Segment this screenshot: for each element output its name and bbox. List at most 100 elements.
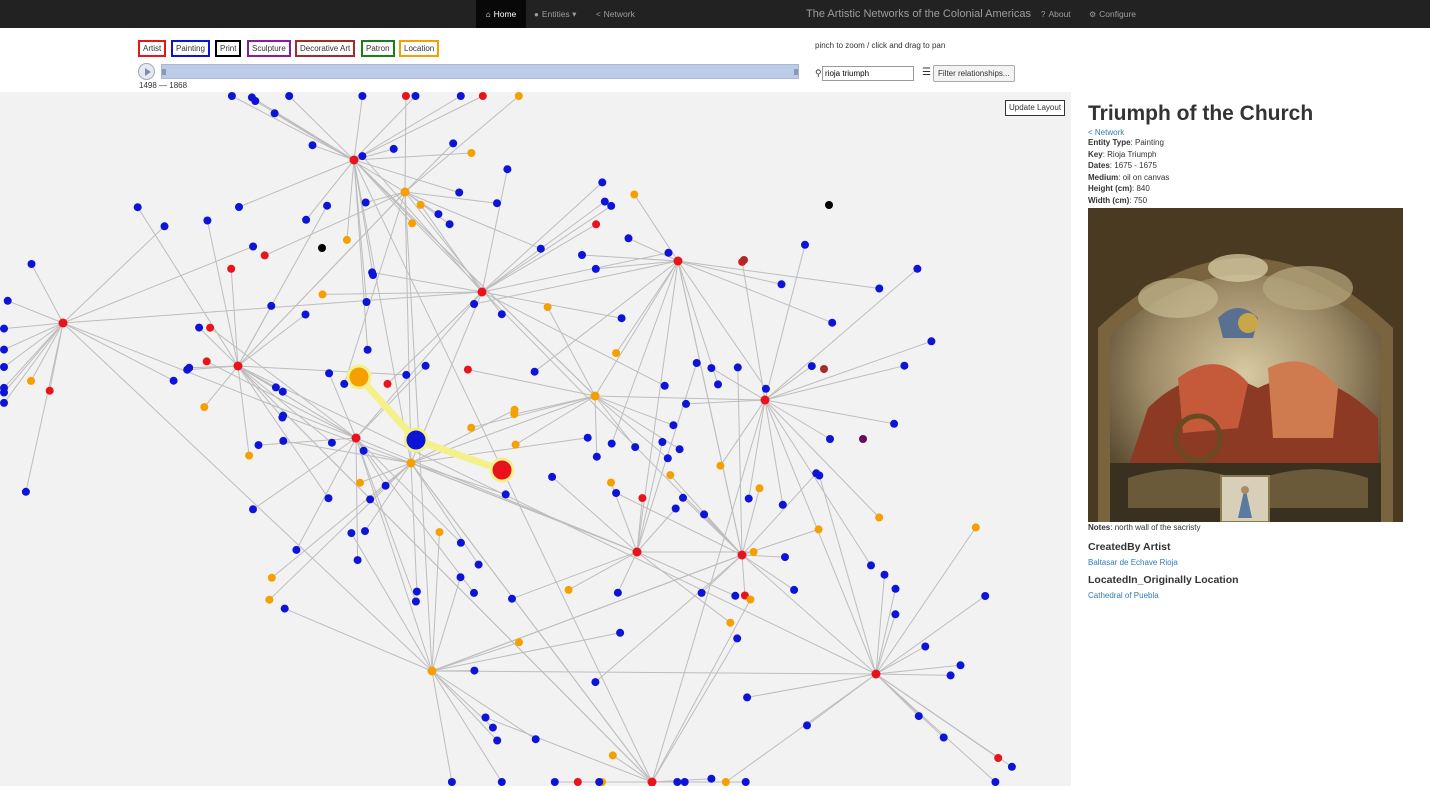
update-layout-button[interactable]: Update Layout bbox=[1005, 100, 1066, 116]
node-painting[interactable] bbox=[682, 399, 690, 408]
node-painting[interactable] bbox=[660, 381, 669, 390]
node-painting[interactable] bbox=[203, 216, 212, 225]
node-location[interactable] bbox=[608, 751, 617, 760]
node-painting[interactable] bbox=[445, 220, 454, 229]
node-painting[interactable] bbox=[449, 139, 458, 148]
node-painting[interactable] bbox=[488, 723, 497, 732]
node-painting[interactable] bbox=[0, 363, 8, 371]
node-painting[interactable] bbox=[875, 284, 884, 293]
node-location[interactable] bbox=[666, 471, 675, 480]
node-painting[interactable] bbox=[455, 188, 464, 197]
slider-handle-start[interactable] bbox=[162, 69, 166, 75]
node-painting[interactable] bbox=[366, 495, 375, 504]
date-range-slider[interactable] bbox=[161, 64, 799, 79]
node-location[interactable] bbox=[511, 440, 520, 449]
nodes[interactable] bbox=[0, 92, 1016, 786]
node-painting[interactable] bbox=[285, 92, 294, 100]
node-location[interactable] bbox=[318, 290, 327, 299]
node-painting[interactable] bbox=[470, 300, 479, 308]
node-painting[interactable] bbox=[790, 585, 799, 594]
node-location[interactable] bbox=[564, 585, 573, 594]
node-location[interactable] bbox=[265, 595, 274, 604]
network-graph[interactable] bbox=[0, 92, 1071, 786]
node-painting[interactable] bbox=[591, 678, 600, 687]
node-painting[interactable] bbox=[412, 587, 421, 596]
node-painting[interactable] bbox=[278, 387, 287, 396]
legend-painting[interactable]: Painting bbox=[171, 40, 210, 57]
node-painting[interactable] bbox=[267, 301, 276, 310]
node-painting[interactable] bbox=[624, 234, 633, 243]
node-painting[interactable] bbox=[474, 560, 483, 569]
node-location[interactable] bbox=[400, 187, 410, 197]
node-painting[interactable] bbox=[617, 314, 626, 323]
node-painting[interactable] bbox=[359, 446, 368, 455]
node-painting[interactable] bbox=[0, 398, 8, 407]
node-print[interactable] bbox=[318, 244, 326, 252]
node-location[interactable] bbox=[267, 573, 276, 582]
node-painting[interactable] bbox=[801, 240, 809, 249]
node-painting[interactable] bbox=[447, 778, 456, 786]
node-location[interactable] bbox=[746, 595, 755, 604]
node-painting[interactable] bbox=[227, 92, 236, 100]
node-painting[interactable] bbox=[280, 604, 289, 613]
node-painting[interactable] bbox=[891, 610, 900, 619]
node-artist[interactable] bbox=[383, 379, 392, 388]
node-painting[interactable] bbox=[733, 363, 742, 372]
site-title[interactable]: The Artistic Networks of the Colonial Am… bbox=[806, 0, 1031, 28]
node-painting[interactable] bbox=[744, 494, 753, 503]
node-painting[interactable] bbox=[616, 628, 625, 637]
node-location[interactable] bbox=[749, 548, 758, 556]
node-painting[interactable] bbox=[781, 553, 789, 562]
node-artist[interactable] bbox=[202, 357, 211, 366]
node-painting[interactable] bbox=[927, 337, 936, 346]
play-button[interactable] bbox=[138, 63, 155, 80]
node-painting[interactable] bbox=[0, 383, 8, 392]
node-painting[interactable] bbox=[663, 454, 672, 463]
node-painting[interactable] bbox=[358, 92, 367, 100]
node-location[interactable] bbox=[721, 778, 730, 786]
node-location[interactable] bbox=[755, 484, 764, 493]
node-painting[interactable] bbox=[891, 584, 900, 593]
node-painting[interactable] bbox=[363, 345, 372, 354]
node-painting[interactable] bbox=[0, 345, 8, 354]
network-svg[interactable] bbox=[0, 92, 1071, 786]
node-painting[interactable] bbox=[697, 588, 706, 597]
location-link[interactable]: Cathedral of Puebla bbox=[1088, 591, 1408, 600]
node-print[interactable] bbox=[825, 201, 833, 209]
node-location[interactable] bbox=[515, 638, 523, 647]
node-painting[interactable] bbox=[578, 251, 586, 259]
node-painting[interactable] bbox=[731, 591, 740, 600]
node-artist[interactable] bbox=[871, 669, 881, 679]
node-painting[interactable] bbox=[470, 588, 478, 597]
node-painting[interactable] bbox=[402, 370, 411, 379]
node-sculpture[interactable] bbox=[859, 435, 867, 443]
node-painting[interactable] bbox=[778, 500, 787, 509]
node-painting[interactable] bbox=[939, 733, 948, 742]
node-painting[interactable] bbox=[3, 296, 12, 305]
legend-location[interactable]: Location bbox=[399, 40, 440, 57]
node-painting[interactable] bbox=[669, 421, 678, 430]
node-painting[interactable] bbox=[327, 438, 336, 447]
network-link[interactable]: < Network bbox=[1088, 128, 1408, 137]
node-location[interactable] bbox=[435, 528, 444, 537]
node-artist[interactable] bbox=[227, 264, 236, 273]
node-painting[interactable] bbox=[658, 438, 667, 446]
node-location[interactable] bbox=[814, 525, 823, 534]
node-location[interactable] bbox=[514, 92, 523, 100]
node-painting[interactable] bbox=[301, 310, 310, 319]
node-painting[interactable] bbox=[550, 778, 559, 786]
node-location[interactable] bbox=[427, 666, 437, 676]
node-painting[interactable] bbox=[612, 489, 621, 497]
node-painting[interactable] bbox=[493, 736, 502, 745]
node-painting[interactable] bbox=[361, 198, 370, 207]
node-painting[interactable] bbox=[680, 778, 689, 786]
node-painting[interactable] bbox=[700, 510, 709, 519]
node-location-selected[interactable] bbox=[346, 364, 372, 390]
node-painting[interactable] bbox=[733, 634, 742, 643]
node-painting[interactable] bbox=[21, 487, 30, 496]
node-painting[interactable] bbox=[679, 493, 687, 502]
node-painting[interactable] bbox=[249, 242, 258, 251]
nav-network[interactable]: < Network bbox=[596, 0, 635, 28]
node-painting[interactable] bbox=[470, 666, 479, 675]
artist-link[interactable]: Baltasar de Echave Rioja bbox=[1088, 558, 1408, 567]
